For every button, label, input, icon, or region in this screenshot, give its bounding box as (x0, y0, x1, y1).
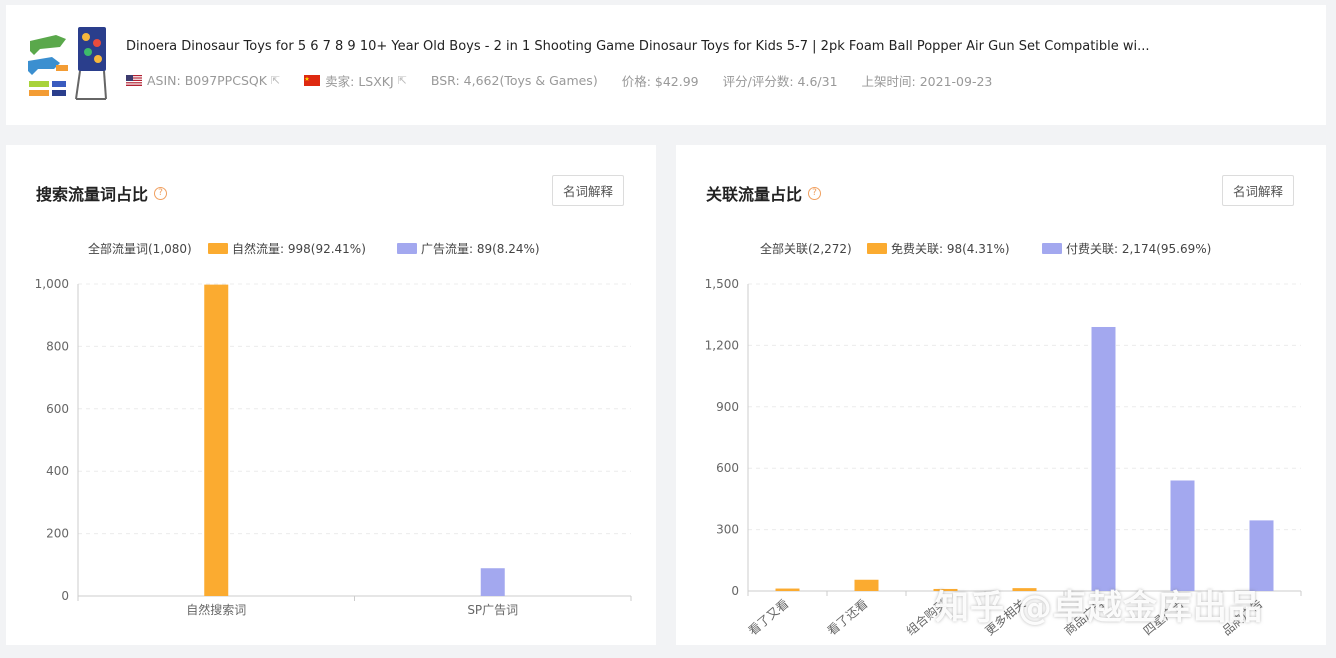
bar (480, 568, 505, 596)
seller-text: 卖家: LSXKJ (325, 74, 394, 89)
cn-flag-icon (304, 75, 321, 86)
related-traffic-panel: 关联流量占比 ? 名词解释 全部关联(2,272) 免费关联: 98(4.31%… (676, 145, 1326, 645)
x-tick-label: 看了还看 (825, 597, 871, 639)
product-thumbnail[interactable] (26, 25, 108, 107)
y-tick-label: 1,200 (705, 338, 739, 352)
bar (1170, 480, 1195, 591)
product-card: Dinoera Dinosaur Toys for 5 6 7 8 9 10+ … (6, 5, 1326, 125)
x-tick-label: 看了又看 (746, 597, 792, 639)
product-meta: ASIN: B097PPCSQK ⇱ 卖家: LSXKJ ⇱ BSR: 4,66… (126, 71, 1016, 90)
search-traffic-chart: 0 200 400 600 800 1,000 自然搜索词 SP广告词 (35, 277, 632, 617)
y-tick-label: 1,000 (35, 277, 69, 291)
x-tick-label: 自然搜索词 (186, 602, 246, 617)
bar (775, 588, 800, 591)
y-tick-label: 900 (716, 400, 739, 414)
y-tick-label: 200 (46, 527, 69, 541)
us-flag-icon (126, 75, 142, 86)
product-title[interactable]: Dinoera Dinosaur Toys for 5 6 7 8 9 10+ … (126, 39, 1306, 54)
y-tick-label: 0 (61, 589, 69, 603)
external-link-icon[interactable]: ⇱ (271, 74, 280, 87)
search-traffic-panel: 搜索流量词占比 ? 名词解释 全部流量词(1,080) 自然流量: 998(92… (6, 145, 656, 645)
related-traffic-chart: 03006009001,2001,500看了又看 看了还看 组合购买 更多相关 商品广告… (705, 277, 1302, 639)
bar (204, 284, 229, 596)
y-tick-label: 300 (716, 523, 739, 537)
bsr-text: BSR: 4,662(Toys & Games) (430, 73, 598, 88)
external-link-icon[interactable]: ⇱ (398, 74, 407, 87)
price-text: 价格: $42.99 (621, 74, 699, 89)
bar (854, 579, 879, 591)
x-tick-label: SP广告词 (467, 603, 518, 617)
y-tick-label: 0 (731, 584, 739, 598)
watermark: 知乎 @卓越金库出品 (935, 588, 1263, 628)
asin-text: ASIN: B097PPCSQK (147, 73, 267, 88)
y-tick-label: 400 (46, 464, 69, 478)
y-tick-label: 1,500 (705, 277, 739, 291)
asin-item[interactable]: ASIN: B097PPCSQK ⇱ (126, 73, 280, 88)
y-tick-label: 600 (716, 461, 739, 475)
bar (1091, 326, 1116, 591)
rating-text: 评分/评分数: 4.6/31 (722, 74, 838, 89)
listed-date-text: 上架时间: 2021-09-23 (861, 74, 993, 89)
y-tick-label: 800 (46, 339, 69, 353)
y-tick-label: 600 (46, 402, 69, 416)
seller-item[interactable]: 卖家: LSXKJ ⇱ (304, 71, 407, 90)
